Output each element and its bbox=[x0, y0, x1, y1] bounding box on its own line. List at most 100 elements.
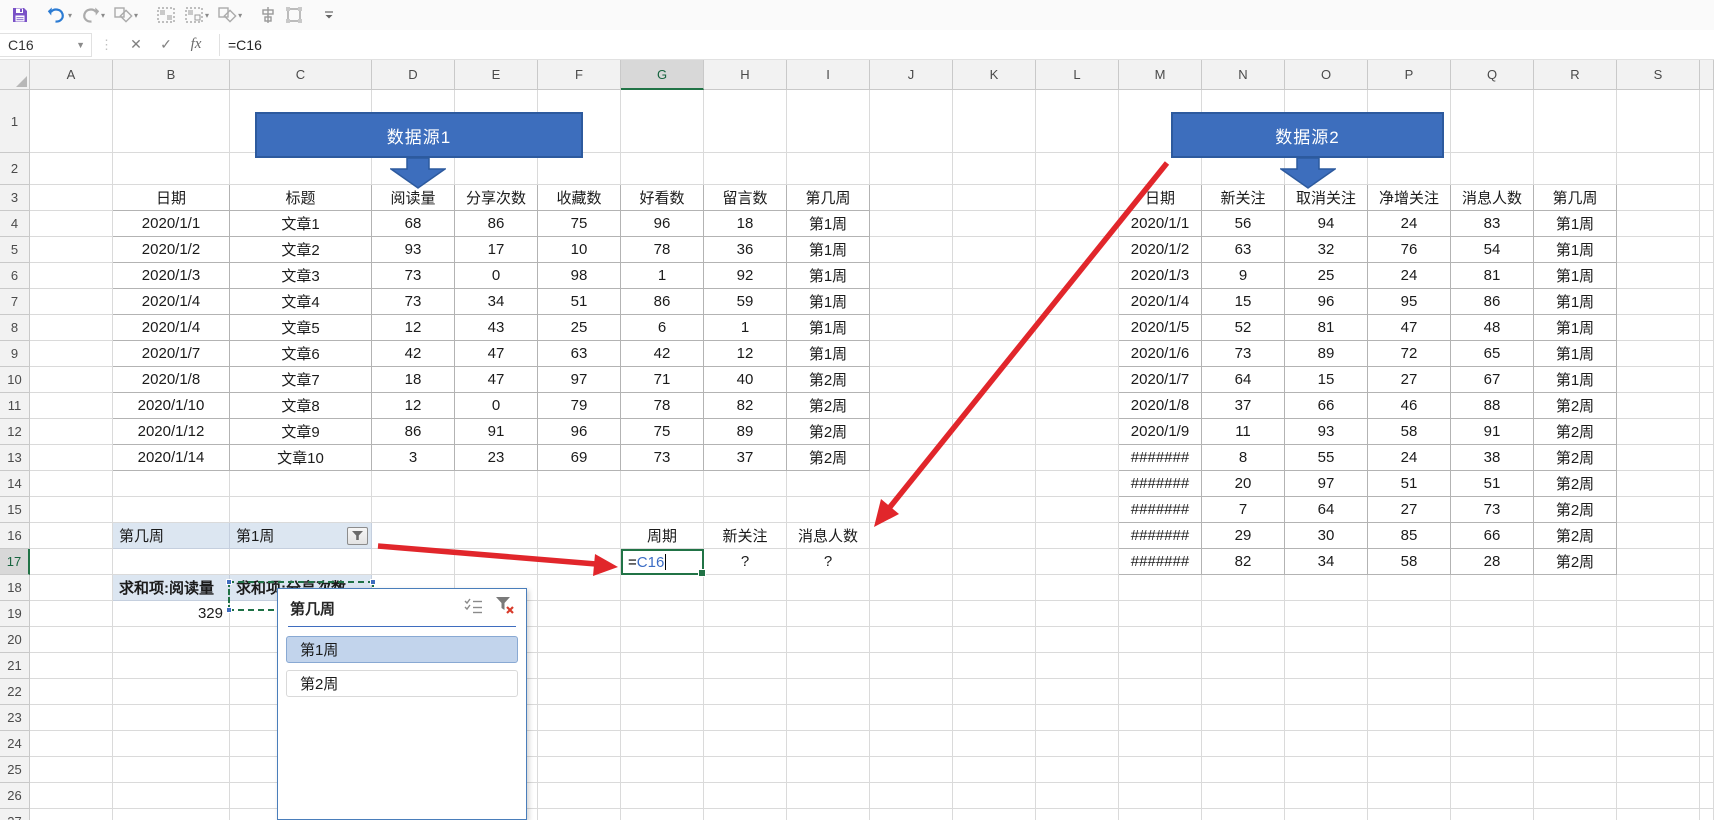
ds2-cell[interactable]: 46 bbox=[1368, 393, 1451, 419]
ds1-cell[interactable]: 文章1 bbox=[230, 211, 372, 237]
cell-T20[interactable] bbox=[1700, 627, 1714, 653]
ds2-cell[interactable]: 2020/1/2 bbox=[1119, 237, 1202, 263]
shape-combine-icon[interactable]: ▾ bbox=[110, 3, 141, 27]
cell-S20[interactable] bbox=[1617, 627, 1700, 653]
cell-T27[interactable] bbox=[1700, 809, 1714, 820]
cell-M26[interactable] bbox=[1119, 783, 1202, 809]
ds2-cell[interactable]: 52 bbox=[1202, 315, 1285, 341]
ds2-cell[interactable]: 24 bbox=[1368, 263, 1451, 289]
cell-J5[interactable] bbox=[870, 237, 953, 263]
cell-A24[interactable] bbox=[30, 731, 113, 757]
row-header-15[interactable]: 15 bbox=[0, 497, 30, 523]
row-header-16[interactable]: 16 bbox=[0, 523, 30, 549]
cell-N18[interactable] bbox=[1202, 575, 1285, 601]
cell-B14[interactable] bbox=[113, 471, 230, 497]
ds2-cell[interactable]: 47 bbox=[1368, 315, 1451, 341]
cell-T10[interactable] bbox=[1700, 367, 1714, 393]
cell-A15[interactable] bbox=[30, 497, 113, 523]
row-header-5[interactable]: 5 bbox=[0, 237, 30, 263]
cell-T8[interactable] bbox=[1700, 315, 1714, 341]
cell-L2[interactable] bbox=[1036, 153, 1119, 185]
cell-A2[interactable] bbox=[30, 153, 113, 185]
cell-A3[interactable] bbox=[30, 185, 113, 211]
cell-T9[interactable] bbox=[1700, 341, 1714, 367]
cell-Q1[interactable] bbox=[1451, 90, 1534, 153]
cell-E17[interactable] bbox=[455, 549, 538, 575]
cell-J4[interactable] bbox=[870, 211, 953, 237]
cell-K16[interactable] bbox=[953, 523, 1036, 549]
cell-O22[interactable] bbox=[1285, 679, 1368, 705]
cell-K23[interactable] bbox=[953, 705, 1036, 731]
ds1-cell[interactable]: 37 bbox=[704, 445, 787, 471]
cell-M19[interactable] bbox=[1119, 601, 1202, 627]
cell-H23[interactable] bbox=[704, 705, 787, 731]
ds1-cell[interactable]: 10 bbox=[538, 237, 621, 263]
ds1-cell[interactable]: 文章7 bbox=[230, 367, 372, 393]
ds1-cell[interactable]: 第2周 bbox=[787, 393, 870, 419]
cell-B23[interactable] bbox=[113, 705, 230, 731]
ds2-cell[interactable]: 76 bbox=[1368, 237, 1451, 263]
cell-J23[interactable] bbox=[870, 705, 953, 731]
ds2-cell[interactable]: 24 bbox=[1368, 445, 1451, 471]
cell-L7[interactable] bbox=[1036, 289, 1119, 315]
cell-K11[interactable] bbox=[953, 393, 1036, 419]
ds1-cell[interactable]: 71 bbox=[621, 367, 704, 393]
ds2-cell[interactable]: 94 bbox=[1285, 211, 1368, 237]
ds2-cell[interactable]: 24 bbox=[1368, 211, 1451, 237]
cell-A23[interactable] bbox=[30, 705, 113, 731]
ds2-cell[interactable]: 2020/1/1 bbox=[1119, 211, 1202, 237]
ds2-cell[interactable]: 15 bbox=[1202, 289, 1285, 315]
ds1-cell[interactable]: 92 bbox=[704, 263, 787, 289]
cell-L10[interactable] bbox=[1036, 367, 1119, 393]
cell-T25[interactable] bbox=[1700, 757, 1714, 783]
cell-J9[interactable] bbox=[870, 341, 953, 367]
cell-L24[interactable] bbox=[1036, 731, 1119, 757]
ds2-cell[interactable]: 88 bbox=[1451, 393, 1534, 419]
resize-object-icon[interactable] bbox=[281, 3, 307, 27]
shape-subtract-caret[interactable]: ▾ bbox=[238, 11, 242, 20]
cell-O19[interactable] bbox=[1285, 601, 1368, 627]
cell-A21[interactable] bbox=[30, 653, 113, 679]
cell-N19[interactable] bbox=[1202, 601, 1285, 627]
ds2-cell[interactable]: 第1周 bbox=[1534, 237, 1617, 263]
query-header-G16[interactable]: 周期 bbox=[621, 523, 704, 549]
cell-P19[interactable] bbox=[1368, 601, 1451, 627]
cell-R21[interactable] bbox=[1534, 653, 1617, 679]
ds1-cell[interactable]: 2020/1/2 bbox=[113, 237, 230, 263]
ds1-cell[interactable]: 73 bbox=[372, 263, 455, 289]
ds1-cell[interactable]: 文章4 bbox=[230, 289, 372, 315]
ds1-cell[interactable]: 第1周 bbox=[787, 341, 870, 367]
ds2-cell[interactable]: 83 bbox=[1451, 211, 1534, 237]
cell-S12[interactable] bbox=[1617, 419, 1700, 445]
cell-L19[interactable] bbox=[1036, 601, 1119, 627]
ds2-cell[interactable]: 2020/1/4 bbox=[1119, 289, 1202, 315]
ds2-cell[interactable]: 85 bbox=[1368, 523, 1451, 549]
query-header-H16[interactable]: 新关注 bbox=[704, 523, 787, 549]
cell-S14[interactable] bbox=[1617, 471, 1700, 497]
cell-N26[interactable] bbox=[1202, 783, 1285, 809]
cell-P27[interactable] bbox=[1368, 809, 1451, 820]
cell-O25[interactable] bbox=[1285, 757, 1368, 783]
name-box-caret-icon[interactable]: ▼ bbox=[76, 40, 85, 50]
ds1-cell[interactable]: 82 bbox=[704, 393, 787, 419]
cell-L20[interactable] bbox=[1036, 627, 1119, 653]
query-cell-H17[interactable]: ? bbox=[704, 549, 787, 575]
ds2-cell[interactable]: 27 bbox=[1368, 497, 1451, 523]
ds1-cell[interactable]: 文章9 bbox=[230, 419, 372, 445]
cell-I22[interactable] bbox=[787, 679, 870, 705]
ds1-cell[interactable]: 2020/1/7 bbox=[113, 341, 230, 367]
ds2-cell[interactable]: 66 bbox=[1285, 393, 1368, 419]
row-header-27[interactable]: 27 bbox=[0, 809, 30, 820]
cell-G19[interactable] bbox=[621, 601, 704, 627]
ds2-cell[interactable]: 第2周 bbox=[1534, 393, 1617, 419]
ds2-cell[interactable]: 2020/1/8 bbox=[1119, 393, 1202, 419]
ds1-cell[interactable]: 2020/1/4 bbox=[113, 315, 230, 341]
column-header-partial[interactable] bbox=[1700, 60, 1714, 90]
cell-S15[interactable] bbox=[1617, 497, 1700, 523]
cell-S1[interactable] bbox=[1617, 90, 1700, 153]
cell-T26[interactable] bbox=[1700, 783, 1714, 809]
cell-B21[interactable] bbox=[113, 653, 230, 679]
cell-H15[interactable] bbox=[704, 497, 787, 523]
cell-T24[interactable] bbox=[1700, 731, 1714, 757]
cell-T7[interactable] bbox=[1700, 289, 1714, 315]
